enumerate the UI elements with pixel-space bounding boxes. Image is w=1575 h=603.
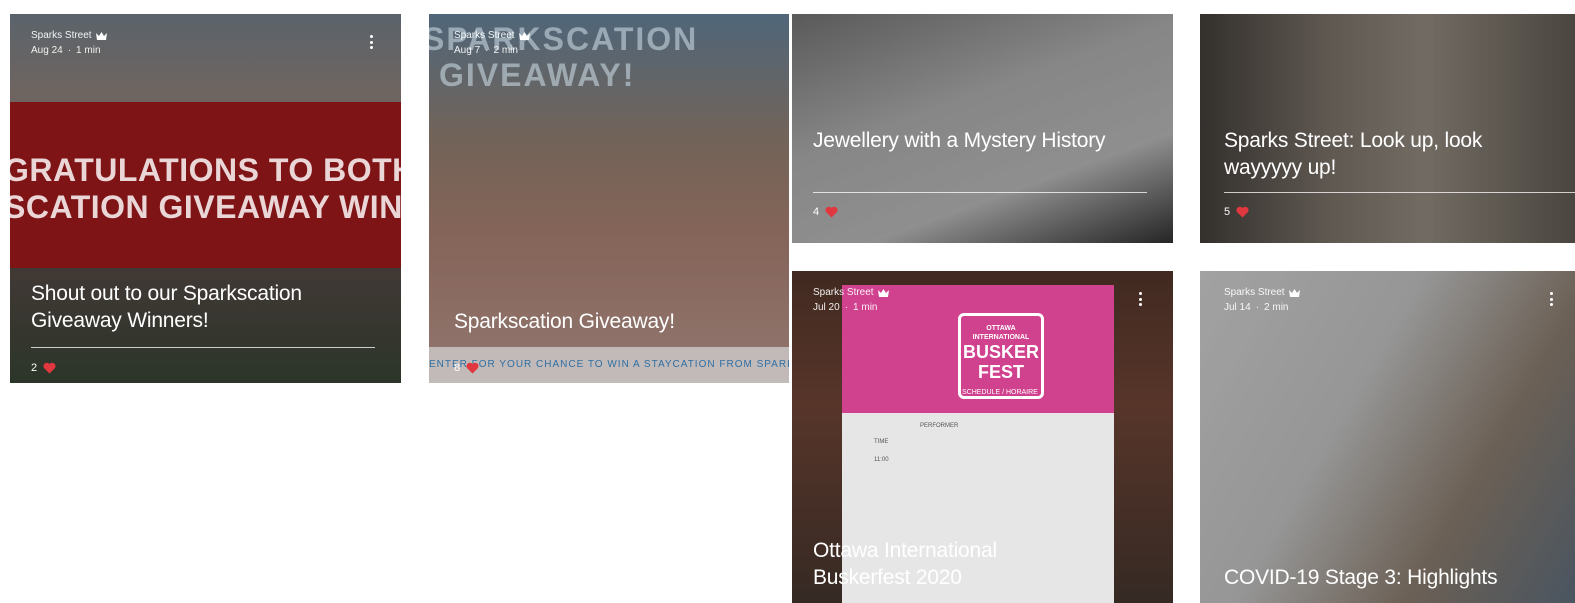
image-sign-time: TIME xyxy=(874,439,889,445)
image-fest-text-2: BUSKER FEST xyxy=(962,342,1039,382)
post-author[interactable]: Sparks Street xyxy=(1224,285,1300,300)
author-name: Sparks Street xyxy=(454,30,515,41)
post-likes[interactable]: 2 xyxy=(31,362,56,374)
image-headline-2: GIVEAWAY! xyxy=(439,57,636,93)
image-sign-performer: PERFORMER xyxy=(920,423,959,429)
crown-icon xyxy=(877,288,889,297)
post-date-line: Aug 24 · 1 min xyxy=(31,45,101,56)
author-name: Sparks Street xyxy=(1224,287,1285,298)
post-title[interactable]: Ottawa International Buskerfest 2020 xyxy=(813,537,1023,591)
post-date-line: Aug 7 · 2 min xyxy=(454,45,518,56)
post-card-look-up[interactable]: Sparks Street: Look up, look wayyyyy up!… xyxy=(1200,14,1575,243)
heart-icon xyxy=(1236,206,1249,218)
image-sign-hour: 11:00 xyxy=(874,457,889,463)
post-meta: Sparks Street Aug 7 · 2 min xyxy=(454,28,530,58)
more-actions-icon[interactable] xyxy=(1549,292,1553,306)
post-date: Aug 7 xyxy=(454,45,481,56)
image-overlay xyxy=(1200,271,1575,603)
post-divider xyxy=(1224,192,1575,193)
image-sign-schedule: SCHEDULE / HORAIRE xyxy=(962,389,1038,396)
likes-count: 4 xyxy=(813,206,820,218)
heart-icon xyxy=(466,362,479,374)
post-divider xyxy=(31,347,375,348)
more-actions-icon[interactable] xyxy=(369,35,373,49)
likes-count: 2 xyxy=(31,362,38,374)
read-time: 1 min xyxy=(853,302,878,313)
post-author[interactable]: Sparks Street xyxy=(31,28,107,43)
post-likes[interactable]: 5 xyxy=(1224,206,1249,218)
heart-icon xyxy=(825,206,838,218)
heart-icon xyxy=(43,362,56,374)
post-card-sparkscation-winners[interactable]: GRATULATIONS TO BOTH SCATION GIVEAWAY WI… xyxy=(10,14,401,383)
more-actions-icon[interactable] xyxy=(1138,292,1142,306)
post-title[interactable]: Sparks Street: Look up, look wayyyyy up! xyxy=(1224,127,1549,181)
read-time: 1 min xyxy=(76,45,101,56)
image-bottom-strip: ENTER FOR YOUR CHANCE TO WIN A STAYCATIO… xyxy=(429,347,789,383)
post-meta: Sparks Street Jul 20 · 1 min xyxy=(813,285,889,315)
post-date: Jul 14 xyxy=(1224,302,1251,313)
post-likes[interactable]: 4 xyxy=(813,206,838,218)
crown-icon xyxy=(1288,288,1300,297)
post-card-jewellery[interactable]: Jewellery with a Mystery History 4 xyxy=(792,14,1173,243)
image-fest-logo: OTTAWA INTERNATIONAL BUSKER FEST xyxy=(958,313,1044,399)
post-card-buskerfest[interactable]: OTTAWA INTERNATIONAL BUSKER FEST SCHEDUL… xyxy=(792,271,1173,603)
post-date: Aug 24 xyxy=(31,45,63,56)
post-likes[interactable]: 8 xyxy=(454,362,479,374)
post-date-line: Jul 20 · 1 min xyxy=(813,302,878,313)
likes-count: 5 xyxy=(1224,206,1231,218)
image-banner-text-1: GRATULATIONS TO BOTH xyxy=(10,152,401,188)
image-banner-text-2: SCATION GIVEAWAY WIN xyxy=(10,189,401,225)
read-time: 2 min xyxy=(1264,302,1289,313)
post-title[interactable]: COVID-19 Stage 3: Highlights xyxy=(1224,564,1575,591)
crown-icon xyxy=(518,31,530,40)
post-title[interactable]: Jewellery with a Mystery History xyxy=(813,127,1147,154)
post-title[interactable]: Sparkscation Giveaway! xyxy=(454,308,763,335)
post-date: Jul 20 xyxy=(813,302,840,313)
likes-count: 8 xyxy=(454,362,461,374)
post-date-line: Jul 14 · 2 min xyxy=(1224,302,1289,313)
post-author[interactable]: Sparks Street xyxy=(454,28,530,43)
post-divider xyxy=(813,192,1147,193)
post-meta: Sparks Street Jul 14 · 2 min xyxy=(1224,285,1300,315)
post-author[interactable]: Sparks Street xyxy=(813,285,889,300)
author-name: Sparks Street xyxy=(813,287,874,298)
image-fest-text-1: OTTAWA INTERNATIONAL xyxy=(972,325,1030,341)
read-time: 2 min xyxy=(493,45,518,56)
post-card-covid-stage-3[interactable]: Sparks Street Jul 14 · 2 min COVID-19 Stag… xyxy=(1200,271,1575,603)
post-title[interactable]: Shout out to our Sparkscation Giveaway W… xyxy=(31,280,375,334)
post-meta: Sparks Street Aug 24 · 1 min xyxy=(31,28,107,58)
image-strip-text: ENTER FOR YOUR CHANCE TO WIN A STAYCATIO… xyxy=(429,359,789,370)
author-name: Sparks Street xyxy=(31,30,92,41)
crown-icon xyxy=(95,31,107,40)
post-card-sparkscation-giveaway[interactable]: SPARKSCATION GIVEAWAY! ENTER FOR YOUR CH… xyxy=(429,14,789,383)
